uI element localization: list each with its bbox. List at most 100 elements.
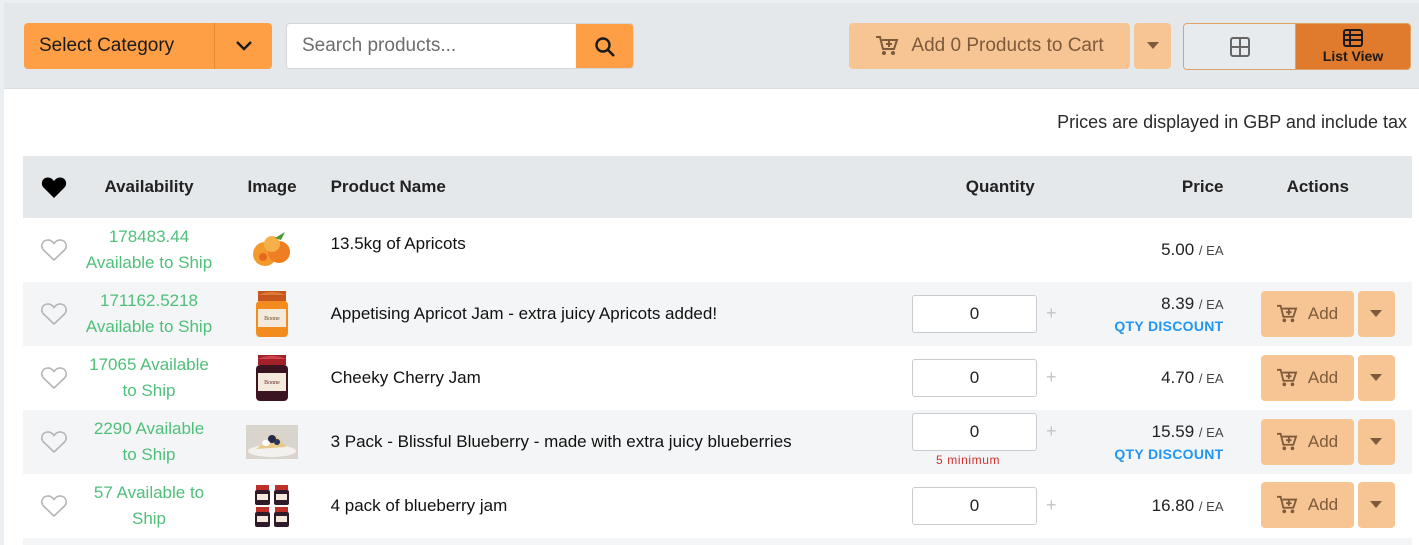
product-name-header[interactable]: Product Name xyxy=(331,177,906,197)
cart-plus-icon xyxy=(1276,368,1298,387)
product-image[interactable] xyxy=(214,230,331,270)
add-options-button[interactable] xyxy=(1357,291,1395,337)
product-image[interactable]: Bonne xyxy=(214,289,331,339)
price-value: 5.00 xyxy=(1161,240,1195,259)
list-view-button[interactable]: List View xyxy=(1296,24,1410,69)
chevron-down-icon[interactable] xyxy=(214,23,272,69)
product-name[interactable]: 13.5kg of Apricots xyxy=(331,218,906,254)
actions-cell: Add xyxy=(1224,474,1413,538)
table-row: 17065 Available to Ship Bonne Cheeky Che… xyxy=(23,346,1412,410)
quantity-input[interactable]: 0 xyxy=(912,413,1038,451)
price-header[interactable]: Price xyxy=(1095,177,1224,197)
product-name[interactable]: Appetising Apricot Jam - extra juicy Apr… xyxy=(331,304,906,324)
availability: 2290 Available to Ship xyxy=(93,419,205,464)
category-select-label: Select Category xyxy=(39,35,175,56)
quantity-cell: 0 + xyxy=(906,474,1095,538)
caret-down-icon xyxy=(1370,374,1382,381)
quantity-cell: 0 + xyxy=(906,346,1095,410)
actions-header: Actions xyxy=(1286,177,1349,196)
price-cell: 16.80 / EA xyxy=(1095,496,1224,516)
actions-cell: Add xyxy=(1224,282,1413,346)
add-button[interactable]: Add xyxy=(1260,419,1354,465)
plus-icon[interactable]: + xyxy=(1046,367,1057,388)
price-cell: 15.59 / EA QTY DISCOUNT xyxy=(1095,422,1224,462)
add-button[interactable]: Add xyxy=(1260,291,1354,337)
price-cell: 5.00 / EA xyxy=(1095,240,1224,260)
price-value: 16.80 xyxy=(1151,496,1195,515)
category-select[interactable]: Select Category xyxy=(24,23,272,69)
blueberry-cake-image xyxy=(246,425,299,459)
product-image[interactable] xyxy=(214,483,331,529)
price-unit: / EA xyxy=(1198,371,1224,386)
add-to-cart-label: Add 0 Products to Cart xyxy=(911,35,1104,56)
cart-options-button[interactable] xyxy=(1134,23,1171,69)
availability: 178483.44 Available to Ship xyxy=(85,227,213,272)
cart-plus-icon xyxy=(1276,304,1298,323)
search-button[interactable] xyxy=(576,24,633,68)
price-cell: 4.70 / EA xyxy=(1095,368,1224,388)
caret-down-icon xyxy=(1370,310,1382,317)
quantity-cell: 0 + 5 minimum xyxy=(906,410,1095,474)
quantity-input[interactable]: 0 xyxy=(912,359,1038,397)
favorite-toggle[interactable] xyxy=(23,302,85,326)
toolbar: Select Category Add 0 Products to Cart xyxy=(4,0,1419,89)
price-unit: / EA xyxy=(1198,243,1224,258)
product-name[interactable]: Cheeky Cherry Jam xyxy=(331,368,906,388)
price-unit: / EA xyxy=(1198,425,1224,440)
price-note: Prices are displayed in GBP and include … xyxy=(1057,112,1407,132)
favorite-toggle[interactable] xyxy=(23,366,85,390)
quantity-input[interactable]: 0 xyxy=(912,295,1038,333)
caret-down-icon xyxy=(1370,501,1382,508)
add-to-cart-button[interactable]: Add 0 Products to Cart xyxy=(849,23,1130,69)
plus-icon[interactable]: + xyxy=(1046,421,1057,442)
jam-4pack-image xyxy=(255,485,290,527)
favorite-toggle[interactable] xyxy=(23,238,85,262)
grid-icon xyxy=(1229,36,1250,57)
plus-icon[interactable]: + xyxy=(1046,303,1057,324)
heart-filled-icon xyxy=(41,176,66,198)
add-options-button[interactable] xyxy=(1357,419,1395,465)
cart-plus-icon xyxy=(1276,432,1298,451)
table-row: 171162.5218 Available to Ship Bonne Appe… xyxy=(23,282,1412,346)
table-row: 2290 Available to Ship 3 Pack - Blissful… xyxy=(23,410,1412,474)
caret-down-icon xyxy=(1370,438,1382,445)
apricots-image xyxy=(253,232,291,266)
favorite-toggle[interactable] xyxy=(23,494,85,518)
product-name[interactable]: 3 Pack - Blissful Blueberry - made with … xyxy=(331,432,906,452)
heart-outline-icon xyxy=(40,495,67,518)
qty-discount-link[interactable]: QTY DISCOUNT xyxy=(1095,318,1224,334)
search-icon xyxy=(594,37,615,57)
actions-cell xyxy=(1224,218,1413,282)
heart-outline-icon xyxy=(40,367,67,390)
price-cell: 8.39 / EA QTY DISCOUNT xyxy=(1095,294,1224,334)
svg-text:Bonne: Bonne xyxy=(264,380,280,386)
qty-discount-link[interactable]: QTY DISCOUNT xyxy=(1095,446,1224,462)
quantity-input[interactable]: 0 xyxy=(912,487,1038,525)
favorite-toggle[interactable] xyxy=(23,430,85,454)
product-name[interactable]: 4 pack of blueberry jam xyxy=(331,496,906,516)
add-button[interactable]: Add xyxy=(1260,482,1354,528)
quantity-header: Quantity xyxy=(965,177,1035,196)
add-button[interactable]: Add xyxy=(1260,355,1354,401)
heart-outline-icon xyxy=(40,431,67,454)
search-input[interactable] xyxy=(287,24,576,68)
product-image[interactable]: Bonne xyxy=(214,353,331,403)
plus-icon[interactable]: + xyxy=(1046,495,1057,516)
price-value: 4.70 xyxy=(1161,368,1195,387)
availability-header[interactable]: Availability xyxy=(85,177,214,197)
product-image[interactable] xyxy=(214,425,331,459)
search-bar xyxy=(286,23,634,69)
svg-text:Bonne: Bonne xyxy=(264,316,280,322)
quantity-cell: 0 + xyxy=(906,282,1095,346)
table-row: 57 Available to Ship 4 pack of blueberry… xyxy=(23,474,1412,538)
add-options-button[interactable] xyxy=(1357,355,1395,401)
grid-view-button[interactable] xyxy=(1184,24,1296,69)
favorites-header[interactable] xyxy=(23,176,85,199)
actions-cell: Add xyxy=(1224,410,1413,474)
list-view-label: List View xyxy=(1322,48,1384,64)
heart-outline-icon xyxy=(40,303,67,326)
image-header: Image xyxy=(247,177,297,196)
add-options-button[interactable] xyxy=(1357,482,1395,528)
apricot-jam-image: Bonne xyxy=(256,291,289,337)
availability: 17065 Available to Ship xyxy=(89,355,209,400)
